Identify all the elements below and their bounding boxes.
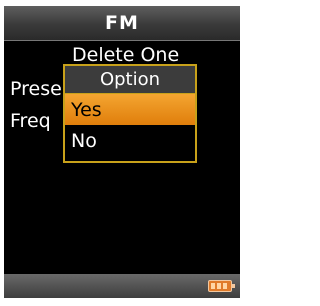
popup-title: Option: [99, 69, 161, 90]
status-bar: [4, 274, 240, 298]
battery-icon: [208, 280, 235, 292]
option-yes[interactable]: Yes: [65, 94, 195, 125]
background-row-frequency: Freq: [10, 110, 51, 132]
popup-header: Option: [65, 66, 195, 94]
background-row-preset: Prese: [10, 78, 62, 100]
option-popup: Option Yes No: [63, 64, 197, 163]
background-heading: Delete One: [72, 44, 180, 66]
option-yes-label: Yes: [71, 98, 102, 121]
screen: FM Delete One Prese Freq Option Yes No: [4, 6, 240, 298]
option-no[interactable]: No: [65, 125, 195, 156]
title-bar: FM: [4, 6, 240, 41]
option-no-label: No: [71, 129, 97, 152]
device-frame: FM Delete One Prese Freq Option Yes No: [0, 0, 248, 306]
battery-level: [211, 283, 229, 289]
page-title: FM: [105, 12, 139, 34]
